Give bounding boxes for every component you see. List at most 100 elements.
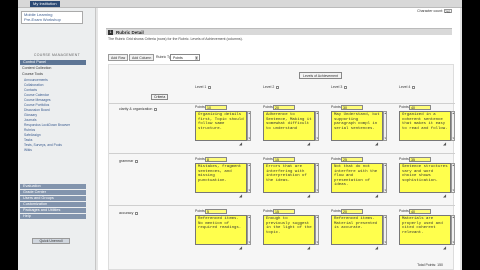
criteria-button[interactable]: Criteria xyxy=(151,94,169,100)
cell-description-textarea[interactable]: Materials are properly used and cited co… xyxy=(399,215,451,245)
scroll-up-icon[interactable]: ▲ xyxy=(384,216,386,219)
scroll-down-icon[interactable]: ▼ xyxy=(384,137,386,140)
scroll-up-icon[interactable]: ▲ xyxy=(452,164,454,167)
points-input[interactable]: 15 xyxy=(273,209,295,214)
sidebar-item-tasks[interactable]: Tasks xyxy=(24,138,86,142)
textarea-scrollbar[interactable]: ▲ ▼ xyxy=(315,111,319,141)
course-tools-label[interactable]: Course Tools xyxy=(22,72,84,76)
points-input[interactable]: 20 xyxy=(341,209,363,214)
panel-evaluation[interactable]: Evaluation xyxy=(20,184,86,189)
scroll-down-icon[interactable]: ▼ xyxy=(452,189,454,192)
cell-description-textarea[interactable]: Organized in a coherent sentence that ma… xyxy=(399,111,451,141)
scroll-down-icon[interactable]: ▼ xyxy=(384,241,386,244)
points-input[interactable]: 35 xyxy=(409,157,431,162)
tab-courses[interactable] xyxy=(70,1,76,7)
scroll-down-icon[interactable]: ▼ xyxy=(384,189,386,192)
course-link-2[interactable]: Pre-Exam Workshop xyxy=(22,17,82,22)
scroll-up-icon[interactable]: ▲ xyxy=(452,216,454,219)
sidebar-item-announcements[interactable]: Announcements xyxy=(24,78,86,82)
textarea-scrollbar[interactable]: ▲ ▼ xyxy=(451,163,455,193)
cell-description-textarea[interactable]: Errors that are interfering with interpr… xyxy=(263,163,315,193)
cell-description-textarea[interactable]: Referenced items. No mention of required… xyxy=(195,215,247,245)
scroll-down-icon[interactable]: ▼ xyxy=(452,137,454,140)
criteria-row-label[interactable]: grammar xyxy=(119,159,139,163)
resize-handle-icon[interactable]: ◢ xyxy=(375,194,384,198)
scroll-up-icon[interactable]: ▲ xyxy=(316,216,318,219)
resize-handle-icon[interactable]: ◢ xyxy=(307,194,316,198)
column-header-4[interactable]: Level 4 xyxy=(399,84,416,90)
chevron-down-icon[interactable] xyxy=(135,211,139,215)
sidebar-item-course-messages[interactable]: Course Messages xyxy=(24,98,86,102)
panel-help[interactable]: Help xyxy=(20,214,86,219)
scroll-up-icon[interactable]: ▲ xyxy=(248,216,250,219)
scroll-up-icon[interactable]: ▲ xyxy=(384,112,386,115)
criteria-row-label[interactable]: accuracy xyxy=(119,211,139,215)
chevron-down-icon[interactable] xyxy=(412,85,416,89)
textarea-scrollbar[interactable]: ▲ ▼ xyxy=(247,111,251,141)
content-collection-link[interactable]: Content Collection xyxy=(22,66,84,70)
scroll-up-icon[interactable]: ▲ xyxy=(384,164,386,167)
resize-handle-icon[interactable]: ◢ xyxy=(307,142,316,146)
points-input[interactable]: 15 xyxy=(273,157,295,162)
scroll-up-icon[interactable]: ▲ xyxy=(248,112,250,115)
panel-packages[interactable]: Packages and Utilities xyxy=(20,208,86,213)
resize-handle-icon[interactable]: ◢ xyxy=(307,246,316,250)
column-header-3[interactable]: Level 3 xyxy=(331,84,348,90)
panel-users-groups[interactable]: Users and Groups xyxy=(20,196,86,201)
scroll-down-icon[interactable]: ▼ xyxy=(248,241,250,244)
textarea-scrollbar[interactable]: ▲ ▼ xyxy=(315,215,319,245)
chevron-down-icon[interactable] xyxy=(135,159,139,163)
sidebar-item-discussion-board[interactable]: Discussion Board xyxy=(24,108,86,112)
resize-handle-icon[interactable]: ◢ xyxy=(375,246,384,250)
resize-handle-icon[interactable]: ◢ xyxy=(443,246,452,250)
points-input[interactable]: 5 xyxy=(205,209,227,214)
resize-handle-icon[interactable]: ◢ xyxy=(239,142,248,146)
chevron-down-icon[interactable] xyxy=(154,107,158,111)
panel-grade-center[interactable]: Grade Center xyxy=(20,190,86,195)
textarea-scrollbar[interactable]: ▲ ▼ xyxy=(315,163,319,193)
scroll-up-icon[interactable]: ▲ xyxy=(316,112,318,115)
points-input[interactable]: 10 xyxy=(205,105,227,110)
textarea-scrollbar[interactable]: ▲ ▼ xyxy=(383,215,387,245)
cell-description-textarea[interactable]: Mistakes, fragment sentences, and missin… xyxy=(195,163,247,193)
points-input[interactable]: 25 xyxy=(341,157,363,162)
cell-description-textarea[interactable]: May Understand, but supporting paragraph… xyxy=(331,111,383,141)
column-header-1[interactable]: Level 1 xyxy=(195,84,212,90)
resize-handle-icon[interactable]: ◢ xyxy=(375,142,384,146)
points-input[interactable]: 40 xyxy=(409,105,431,110)
rubric-type-select[interactable]: Points ▾ xyxy=(170,54,200,61)
scroll-up-icon[interactable]: ▲ xyxy=(452,112,454,115)
sidebar-item-lockdown[interactable]: Respondus LockDown Browser xyxy=(24,123,86,127)
sidebar-item-course-portfolios[interactable]: Course Portfolios xyxy=(24,103,86,107)
sidebar-item-glossary[interactable]: Glossary xyxy=(24,113,86,117)
sidebar-item-collaboration[interactable]: Collaboration xyxy=(24,83,86,87)
scroll-up-icon[interactable]: ▲ xyxy=(248,164,250,167)
quick-unenroll-button[interactable]: Quick Unenroll xyxy=(32,238,70,244)
textarea-scrollbar[interactable]: ▲ ▼ xyxy=(451,111,455,141)
textarea-scrollbar[interactable]: ▲ ▼ xyxy=(383,111,387,141)
points-input[interactable]: 20 xyxy=(273,105,295,110)
sidebar-item-safeassign[interactable]: SafeAssign xyxy=(24,133,86,137)
sidebar-item-wikis[interactable]: Wikis xyxy=(24,148,86,152)
points-input[interactable]: 30 xyxy=(341,105,363,110)
add-row-button[interactable]: Add Row xyxy=(108,54,129,61)
tab-my-institution[interactable]: My Institution xyxy=(30,1,60,7)
scroll-down-icon[interactable]: ▼ xyxy=(248,189,250,192)
cell-description-textarea[interactable]: Referenced items. Material presented is … xyxy=(331,215,383,245)
scroll-down-icon[interactable]: ▼ xyxy=(316,241,318,244)
sidebar-item-contacts[interactable]: Contacts xyxy=(24,88,86,92)
add-column-button[interactable]: Add Column xyxy=(129,54,155,61)
column-header-2[interactable]: Level 2 xyxy=(263,84,280,90)
resize-handle-icon[interactable]: ◢ xyxy=(239,194,248,198)
scroll-up-icon[interactable]: ▲ xyxy=(316,164,318,167)
cell-description-textarea[interactable]: Not that do not interfere with the flow … xyxy=(331,163,383,193)
resize-handle-icon[interactable]: ◢ xyxy=(443,142,452,146)
scroll-down-icon[interactable]: ▼ xyxy=(316,137,318,140)
points-input[interactable]: 40 xyxy=(409,209,431,214)
chevron-down-icon[interactable] xyxy=(344,85,348,89)
scroll-down-icon[interactable]: ▼ xyxy=(452,241,454,244)
textarea-scrollbar[interactable]: ▲ ▼ xyxy=(383,163,387,193)
points-input[interactable]: 8 xyxy=(205,157,227,162)
cell-description-textarea[interactable]: Organizing details first, Topic should f… xyxy=(195,111,247,141)
sidebar-item-journals[interactable]: Journals xyxy=(24,118,86,122)
